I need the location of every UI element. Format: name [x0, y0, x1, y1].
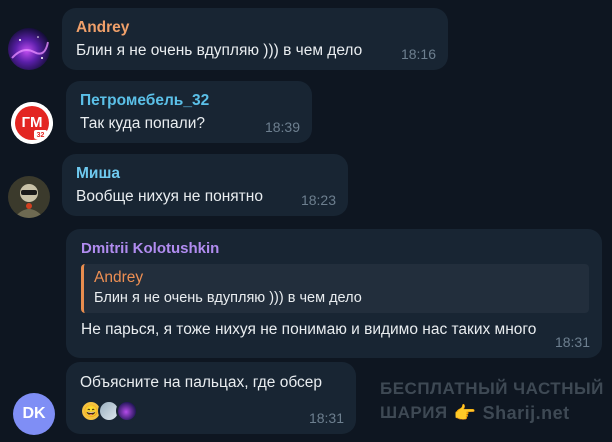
svg-text:ГМ: ГМ [22, 114, 43, 131]
avatar-initials: DK [22, 405, 46, 422]
nebula-avatar-icon [8, 28, 50, 70]
sender-name[interactable]: Петромебель_32 [80, 91, 299, 111]
reactions-row[interactable]: 😄 [80, 400, 343, 422]
reply-quote[interactable]: Andrey Блин я не очень вдупляю ))) в чем… [81, 264, 589, 313]
message-bubble[interactable]: Объясните на пальцах, где обсер 😄 18:31 [66, 362, 356, 434]
avatar-petromebel[interactable]: ГМ 32 [11, 102, 53, 144]
avatar-dk[interactable]: DK [13, 393, 55, 435]
avatar-misha[interactable] [8, 176, 50, 218]
watermark-site: Sharij.net [482, 403, 570, 423]
message-bubble[interactable]: Петромебель_32 Так куда попали? 18:39 [66, 81, 312, 143]
message-text: Блин я не очень вдупляю ))) в чем дело [76, 42, 363, 59]
message-bubble[interactable]: Dmitrii Kolotushkin Andrey Блин я не оче… [66, 229, 602, 358]
message-bubble[interactable]: Andrey Блин я не очень вдупляю ))) в чем… [62, 8, 448, 70]
message-time: 18:31 [308, 410, 344, 426]
sender-name[interactable]: Andrey [76, 18, 435, 38]
message-text: Вообще нихуя не понятно [76, 188, 263, 205]
reply-sender-name: Andrey [94, 269, 144, 286]
user-reaction-avatar-icon[interactable] [116, 400, 138, 422]
message-time: 18:16 [400, 46, 436, 62]
pointing-hand-icon: 👉 [453, 403, 477, 423]
watermark-name: ШАРИЯ [380, 403, 448, 422]
watermark-line2: ШАРИЯ 👉 Sharij.net [380, 401, 604, 425]
photo-avatar-icon [8, 176, 50, 218]
sender-name[interactable]: Миша [76, 164, 335, 184]
avatar-andrey[interactable] [8, 28, 50, 70]
message-text: Не парься, я тоже нихуя не понимаю и вид… [81, 321, 537, 338]
watermark-line1: БЕСПЛАТНЫЙ ЧАСТНЫЙ [380, 379, 604, 398]
brand-logo-icon: ГМ 32 [11, 102, 53, 144]
reply-text: Блин я не очень вдупляю ))) в чем дело [94, 290, 362, 306]
svg-text:32: 32 [37, 132, 45, 139]
message-text: Объясните на пальцах, где обсер [80, 374, 323, 391]
message-time: 18:23 [300, 192, 336, 208]
watermark: БЕСПЛАТНЫЙ ЧАСТНЫЙ ШАРИЯ 👉 Sharij.net [380, 377, 604, 425]
message-bubble[interactable]: Миша Вообще нихуя не понятно 18:23 [62, 154, 348, 216]
message-time: 18:31 [554, 334, 590, 350]
sender-name[interactable]: Dmitrii Kolotushkin [81, 239, 589, 259]
message-time: 18:39 [264, 119, 300, 135]
